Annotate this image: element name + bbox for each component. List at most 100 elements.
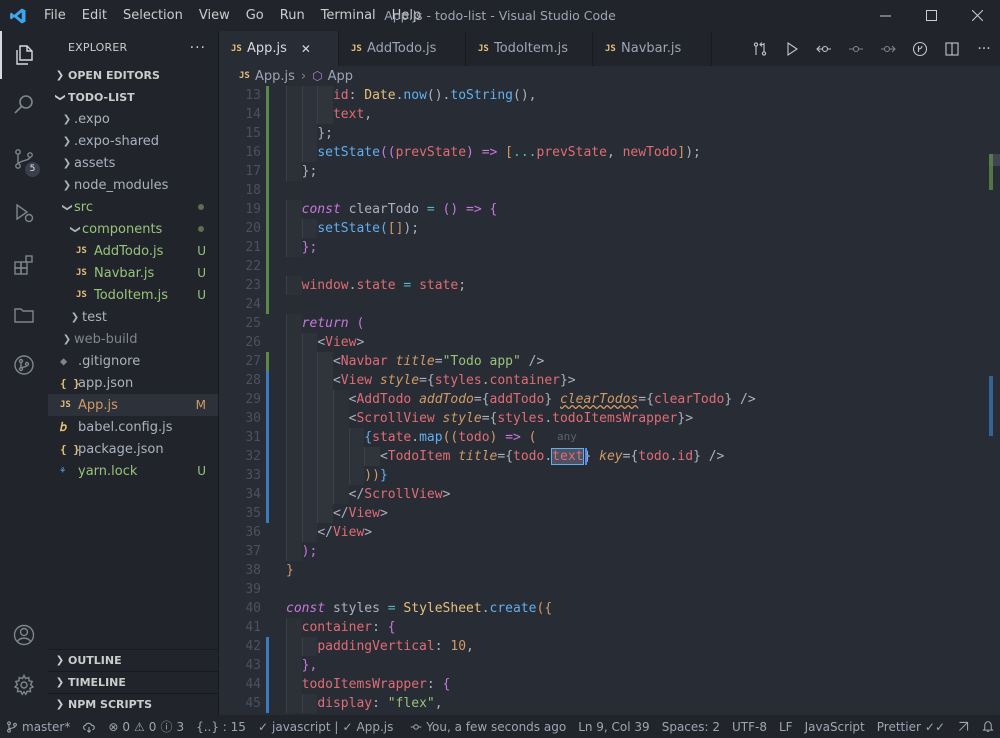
gutter-modified-marker[interactable] xyxy=(266,390,269,409)
code-line[interactable]: 15}; xyxy=(219,124,989,143)
gutter-added-marker[interactable] xyxy=(266,124,269,143)
code-line[interactable]: 27 <Navbar title="Todo app" /> xyxy=(219,352,989,371)
gutter-added-marker[interactable] xyxy=(266,143,269,162)
gitlens-toggle-icon[interactable] xyxy=(904,41,936,57)
tree-item[interactable]: ❯ .expo xyxy=(48,108,218,130)
remote-explorer-icon[interactable] xyxy=(0,291,48,339)
tab-navbar-js[interactable]: JS Navbar.js xyxy=(593,31,712,66)
gutter-added-marker[interactable] xyxy=(266,295,269,314)
section-outline[interactable]: ❯ OUTLINE xyxy=(48,649,219,671)
more-actions-icon[interactable]: ··· xyxy=(968,41,1000,57)
code-line[interactable]: 26 <View> xyxy=(219,333,989,352)
close-window-button[interactable] xyxy=(954,0,1000,31)
source-control-icon[interactable]: 5 xyxy=(0,135,48,183)
code-line[interactable]: 16 setState((prevState) => [...prevState,… xyxy=(219,143,989,162)
gutter-added-marker[interactable] xyxy=(266,181,269,200)
code-line[interactable]: 36 </View> xyxy=(219,523,989,542)
code-line[interactable]: 41 container: { xyxy=(219,618,989,637)
menu-terminal[interactable]: Terminal xyxy=(313,0,384,31)
menu-go[interactable]: Go xyxy=(238,0,272,31)
compare-changes-icon[interactable] xyxy=(744,41,776,57)
code-line[interactable]: 30 <ScrollView style={styles.todoItemsWra… xyxy=(219,409,989,428)
menu-file[interactable]: File xyxy=(36,0,74,31)
tree-item[interactable]: ❯ web-build xyxy=(48,328,218,350)
open-editors-section[interactable]: ❯ OPEN EDITORS xyxy=(48,64,218,86)
breadcrumb-symbol[interactable]: App xyxy=(328,69,353,84)
tree-item[interactable]: { } package.json xyxy=(48,438,218,460)
timeline-icon[interactable] xyxy=(840,41,872,57)
gutter-modified-marker[interactable] xyxy=(266,428,269,447)
code-line[interactable]: 37); xyxy=(219,542,989,561)
maximize-button[interactable] xyxy=(908,0,954,31)
tree-item[interactable]: JS App.js M xyxy=(48,394,218,416)
problems-status[interactable]: ⊗ 0 ⚠ 0 ⓘ 3 xyxy=(102,718,190,735)
settings-gear-icon[interactable] xyxy=(0,661,48,709)
tree-item[interactable]: ❯ src xyxy=(48,196,218,218)
run-icon[interactable] xyxy=(776,41,808,57)
section-timeline[interactable]: ❯ TIMELINE xyxy=(48,671,219,693)
editor-scrollbar[interactable] xyxy=(989,86,1000,715)
menu-view[interactable]: View xyxy=(191,0,238,31)
code-line[interactable]: 33))} xyxy=(219,466,989,485)
code-editor[interactable]: 13 id: Date.now().toString(), 14 text, 15}; 1… xyxy=(219,86,989,715)
gutter-added-marker[interactable] xyxy=(266,276,269,295)
code-line[interactable]: 13 id: Date.now().toString(), xyxy=(219,86,989,105)
gutter-modified-marker[interactable] xyxy=(266,485,269,504)
breadcrumb-file[interactable]: App.js xyxy=(255,69,295,84)
code-line[interactable]: 39 xyxy=(219,580,989,599)
code-line[interactable]: 42 paddingVertical: 10, xyxy=(219,637,989,656)
gutter-modified-marker[interactable] xyxy=(266,637,269,656)
tree-item[interactable]: JS AddTodo.js U xyxy=(48,240,218,262)
menu-edit[interactable]: Edit xyxy=(74,0,115,31)
branch-status[interactable]: master* xyxy=(0,720,76,734)
language-mode[interactable]: JavaScript xyxy=(799,720,871,734)
code-line[interactable]: 18 xyxy=(219,181,989,200)
git-blame-status[interactable]: You, a few seconds ago xyxy=(404,720,572,734)
tree-item[interactable]: JS TodoItem.js U xyxy=(48,284,218,306)
tree-item[interactable]: ◆ .gitignore xyxy=(48,350,218,372)
code-line[interactable]: 43}, xyxy=(219,656,989,675)
close-tab-icon[interactable]: ✕ xyxy=(301,42,311,56)
code-line[interactable]: 25 return ( xyxy=(219,314,989,333)
tab-addtodo-js[interactable]: JS AddTodo.js xyxy=(339,31,466,66)
section-npm-scripts[interactable]: ❯ NPM SCRIPTS xyxy=(48,693,219,715)
language-context[interactable]: ✓ javascript | ✓ App.js xyxy=(252,720,399,734)
code-line[interactable]: 32 <TodoItem title={todo.text} key={todo.… xyxy=(219,447,989,466)
tree-item[interactable]: ⚘ yarn.lock U xyxy=(48,460,218,482)
code-line[interactable]: 23 window.state = state; xyxy=(219,276,989,295)
gutter-added-marker[interactable] xyxy=(266,352,269,371)
tree-item[interactable]: ❯ .expo-shared xyxy=(48,130,218,152)
tree-item[interactable]: ❯ test xyxy=(48,306,218,328)
code-line[interactable]: 19 const clearTodo = () => { xyxy=(219,200,989,219)
code-line[interactable]: 45 display: "flex", xyxy=(219,694,989,713)
code-line[interactable]: 34 </ScrollView> xyxy=(219,485,989,504)
gutter-added-marker[interactable] xyxy=(266,238,269,257)
gutter-modified-marker[interactable] xyxy=(266,694,269,713)
gutter-added-marker[interactable] xyxy=(266,162,269,181)
code-line[interactable]: 40 const styles = StyleSheet.create({ xyxy=(219,599,989,618)
menu-selection[interactable]: Selection xyxy=(115,0,191,31)
eol-status[interactable]: LF xyxy=(773,720,799,734)
tab-app-js[interactable]: JS App.js ✕ xyxy=(219,31,339,66)
prettier-status[interactable]: Prettier ✓✓ xyxy=(871,720,951,734)
split-editor-icon[interactable] xyxy=(936,41,968,57)
extensions-icon[interactable] xyxy=(0,241,48,289)
project-section[interactable]: ❯ TODO-LIST xyxy=(48,86,218,108)
menu-help[interactable]: Help xyxy=(384,0,430,31)
tree-item[interactable]: ❯ assets xyxy=(48,152,218,174)
code-line[interactable]: 17}; xyxy=(219,162,989,181)
code-line[interactable]: 24 xyxy=(219,295,989,314)
gutter-modified-marker[interactable] xyxy=(266,409,269,428)
gutter-modified-marker[interactable] xyxy=(266,656,269,675)
indentation-status[interactable]: Spaces: 2 xyxy=(656,720,726,734)
code-line[interactable]: 20 setState([]); xyxy=(219,219,989,238)
gutter-added-marker[interactable] xyxy=(266,200,269,219)
code-line[interactable]: 35 </View> xyxy=(219,504,989,523)
code-line[interactable]: 44 todoItemsWrapper: { xyxy=(219,675,989,694)
gutter-modified-marker[interactable] xyxy=(266,447,269,466)
gutter-modified-marker[interactable] xyxy=(266,371,269,390)
notifications-bell-icon[interactable] xyxy=(976,720,1000,733)
tree-item[interactable]: ❯ components xyxy=(48,218,218,240)
gutter-added-marker[interactable] xyxy=(266,105,269,124)
encoding-status[interactable]: UTF-8 xyxy=(726,720,773,734)
